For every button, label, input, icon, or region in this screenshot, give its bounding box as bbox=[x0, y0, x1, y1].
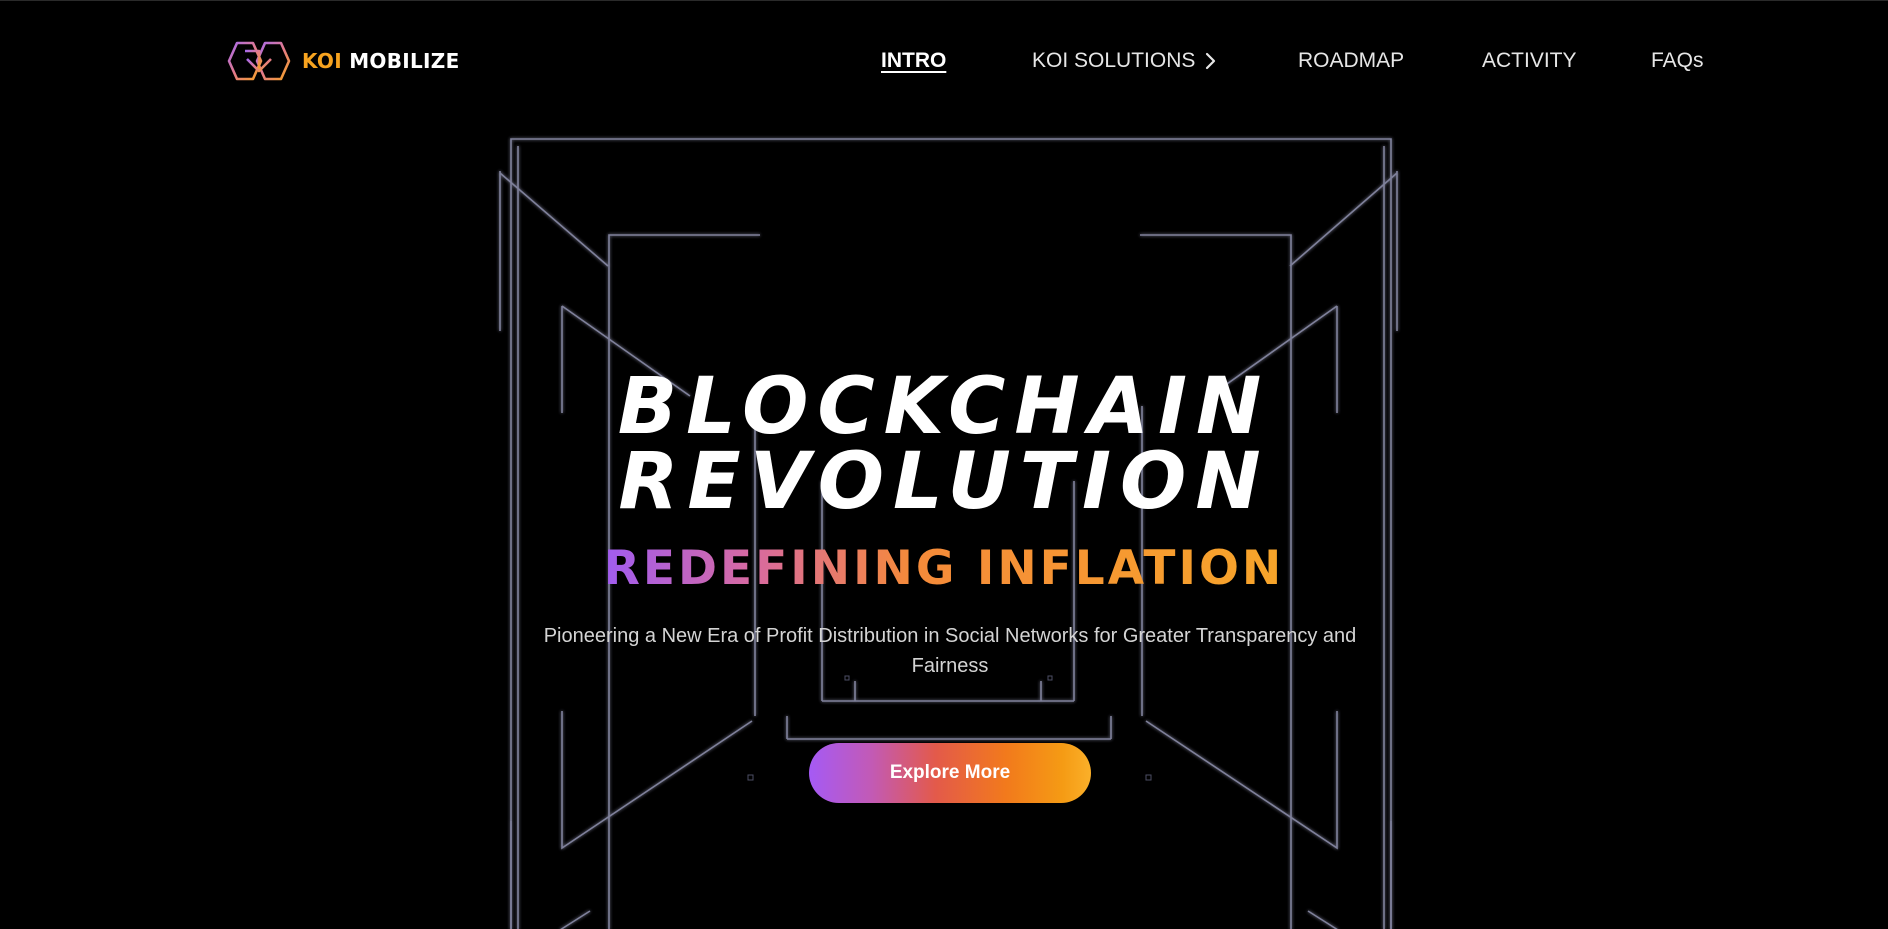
top-navigation: KOI MOBILIZE INTRO KOI SOLUTIONS ROADMAP… bbox=[0, 1, 1888, 121]
hero-title-line1: BLOCKCHAIN bbox=[617, 362, 1271, 452]
nav-item-faqs[interactable]: FAQs bbox=[1651, 49, 1704, 73]
nav-item-koi-solutions[interactable]: KOI SOLUTIONS bbox=[1032, 49, 1218, 73]
nav-item-roadmap[interactable]: ROADMAP bbox=[1298, 49, 1404, 73]
hero-title-line2: REVOLUTION bbox=[618, 437, 1270, 527]
explore-more-button[interactable]: Explore More bbox=[809, 743, 1091, 803]
chevron-right-icon bbox=[1206, 52, 1216, 70]
nav-item-koi-solutions-label: KOI SOLUTIONS bbox=[1032, 49, 1196, 72]
hero-description: Pioneering a New Era of Profit Distribut… bbox=[543, 625, 1357, 677]
brand-name-koi: KOI bbox=[302, 49, 342, 73]
landing-page: KOI MOBILIZE INTRO KOI SOLUTIONS ROADMAP… bbox=[0, 0, 1888, 929]
nav-item-activity[interactable]: ACTIVITY bbox=[1482, 49, 1577, 73]
brand-name-mobilize: MOBILIZE bbox=[349, 49, 460, 73]
hexagon-koi-logo-icon bbox=[227, 41, 291, 81]
hero-subtitle: REDEFINING INFLATION bbox=[0, 541, 1888, 597]
brand-logo-link[interactable]: KOI MOBILIZE bbox=[227, 39, 460, 83]
nav-item-intro[interactable]: INTRO bbox=[881, 49, 946, 73]
brand-name: KOI MOBILIZE bbox=[302, 49, 460, 73]
hero-subtitle-text: REDEFINING INFLATION bbox=[603, 541, 1285, 596]
